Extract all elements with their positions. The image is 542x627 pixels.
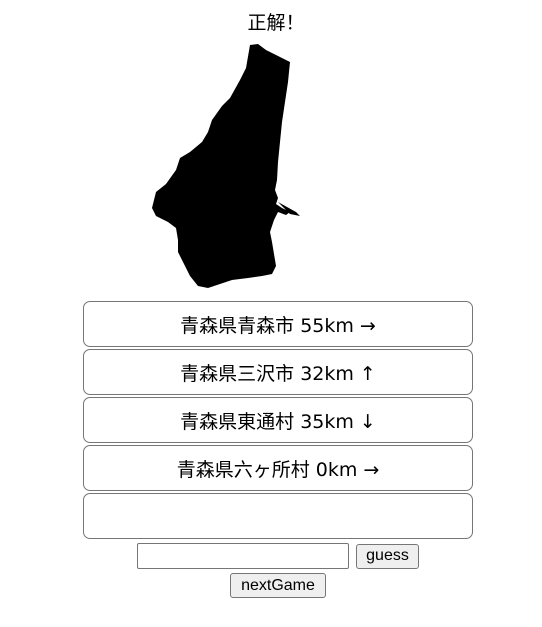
guess-input[interactable] [137, 543, 349, 569]
guess-row: 青森県六ヶ所村 0km → [83, 445, 473, 491]
next-game-wrap: nextGame [230, 573, 326, 598]
guess-row: 青森県三沢市 32km ↑ [83, 349, 473, 395]
page: 正解！ 青森県青森市 55km → 青森県三沢市 32km ↑ 青森県東通村 3… [0, 0, 542, 627]
result-message: 正解！ [247, 12, 305, 34]
map-shape [152, 44, 300, 288]
guess-list: 青森県青森市 55km → 青森県三沢市 32km ↑ 青森県東通村 35km … [83, 301, 473, 541]
guess-controls: guess [137, 543, 419, 569]
guess-row: 青森県青森市 55km → [83, 301, 473, 347]
next-game-button[interactable]: nextGame [230, 573, 326, 598]
guess-row: 青森県東通村 35km ↓ [83, 397, 473, 443]
guess-button[interactable]: guess [356, 543, 419, 569]
municipality-map-silhouette [152, 44, 300, 288]
guess-row-empty [83, 493, 473, 539]
